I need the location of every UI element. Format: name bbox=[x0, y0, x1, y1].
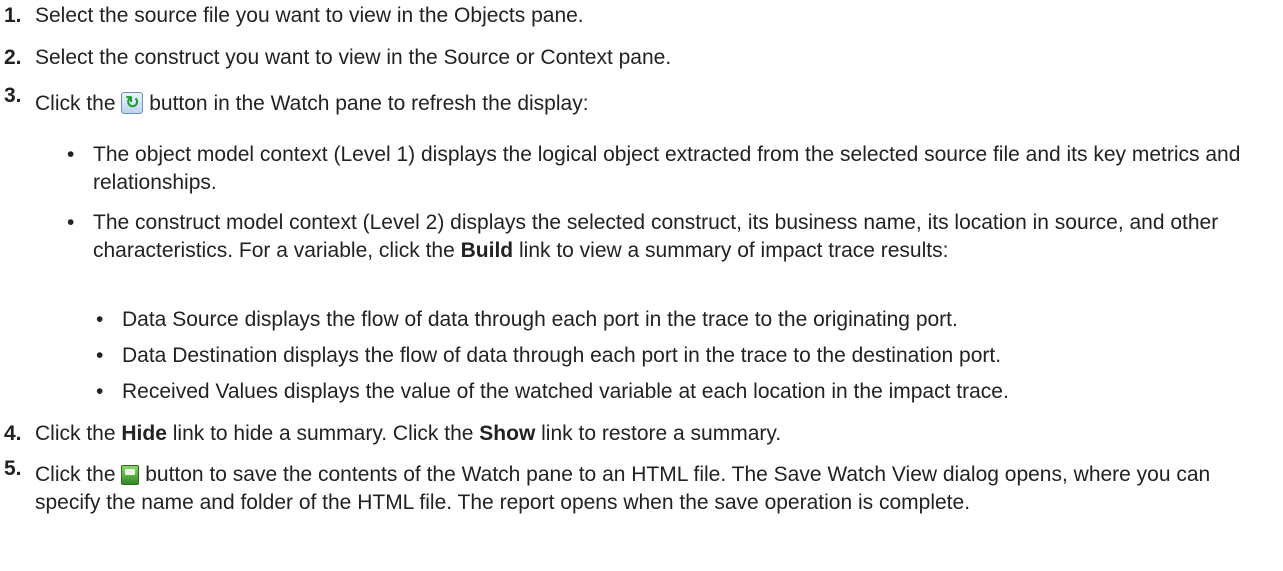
bullet-text: The object model context (Level 1) displ… bbox=[93, 143, 1241, 194]
hide-link[interactable]: Hide bbox=[121, 422, 167, 445]
step-number: 2. bbox=[4, 46, 22, 69]
refresh-icon bbox=[121, 92, 144, 114]
bullet: • bbox=[96, 344, 104, 367]
list-item: • The object model context (Level 1) dis… bbox=[67, 141, 1267, 197]
list-item: • The construct model context (Level 2) … bbox=[67, 209, 1267, 293]
bullet-text: The construct model context (Level 2) di… bbox=[93, 211, 1219, 262]
step-number: 4. bbox=[4, 422, 22, 445]
step-number: 5. bbox=[4, 457, 22, 480]
step-text: Select the source file you want to view … bbox=[35, 4, 584, 27]
step-number: 3. bbox=[4, 84, 22, 107]
step-text: Click the button in the Watch pane to re… bbox=[35, 90, 1275, 118]
step-text: Select the construct you want to view in… bbox=[35, 46, 672, 69]
bullet-text: Data Source displays the flow of data th… bbox=[122, 308, 958, 331]
bullet: • bbox=[67, 143, 75, 166]
build-link[interactable]: Build bbox=[461, 239, 514, 262]
step-text: Click the button to save the contents of… bbox=[35, 463, 1211, 514]
step-text: Click the Hide link to hide a summary. C… bbox=[35, 422, 782, 445]
bullet: • bbox=[96, 380, 104, 403]
bullet: • bbox=[67, 211, 75, 234]
bullet: • bbox=[96, 308, 104, 331]
bullet-text: Data Destination displays the flow of da… bbox=[122, 344, 1002, 367]
show-link[interactable]: Show bbox=[479, 422, 535, 445]
step-number: 1. bbox=[4, 4, 22, 27]
step-5: 5. Click the button to save the contents… bbox=[0, 457, 1275, 571]
save-icon bbox=[121, 465, 140, 485]
bullet-text: Received Values displays the value of th… bbox=[122, 380, 1009, 403]
